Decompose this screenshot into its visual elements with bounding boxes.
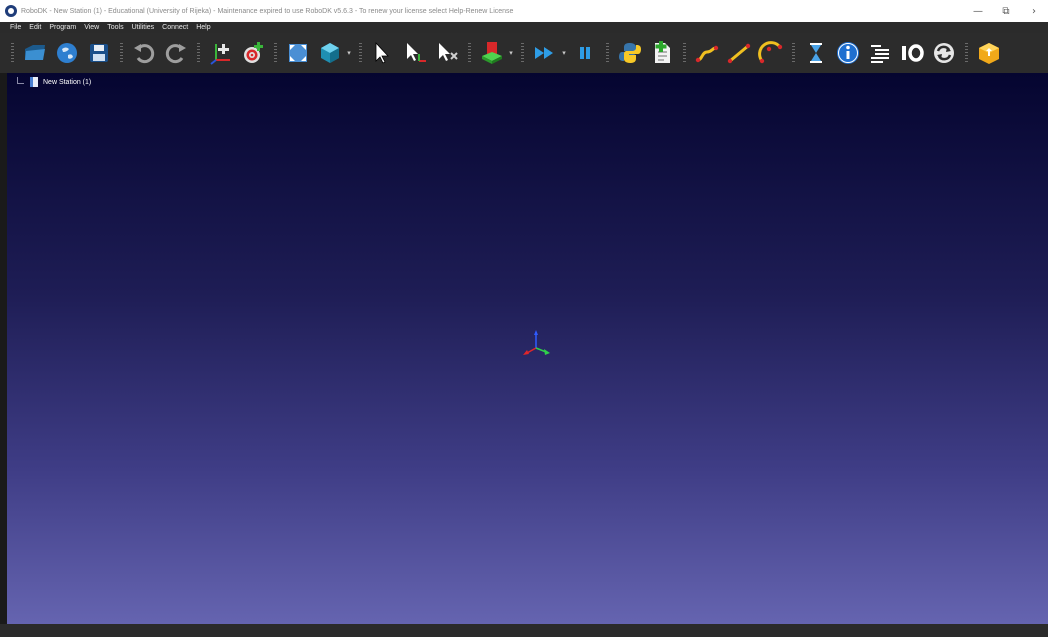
window-controls: — ⧉ › xyxy=(964,0,1048,22)
iso-view-icon[interactable] xyxy=(316,39,344,67)
title-bar: RoboDK - New Station (1) - Educational (… xyxy=(0,0,1048,22)
status-bar xyxy=(0,624,1048,637)
left-border xyxy=(0,73,7,624)
menu-edit[interactable]: Edit xyxy=(29,24,41,31)
station-tree: New Station (1) xyxy=(17,76,91,87)
menu-tools[interactable]: Tools xyxy=(107,24,123,31)
redo-icon[interactable] xyxy=(162,39,190,67)
online-library-icon[interactable] xyxy=(53,39,81,67)
menu-view[interactable]: View xyxy=(84,24,99,31)
simulation-dropdown-arrow[interactable]: ▾ xyxy=(561,39,567,67)
world-axes-icon xyxy=(523,330,550,355)
minimize-button[interactable]: — xyxy=(964,0,992,22)
add-program-icon[interactable] xyxy=(648,39,676,67)
io-icon[interactable] xyxy=(898,39,926,67)
rotate-icon[interactable] xyxy=(930,39,958,67)
python-program-icon[interactable] xyxy=(616,39,644,67)
joint-move-icon[interactable] xyxy=(693,39,721,67)
menu-program[interactable]: Program xyxy=(49,24,76,31)
add-target-icon[interactable] xyxy=(239,39,267,67)
menu-bar: File Edit Program View Tools Utilities C… xyxy=(0,22,1048,33)
station-icon xyxy=(30,77,38,87)
pause-icon[interactable] xyxy=(571,39,599,67)
toolbar-grip[interactable] xyxy=(792,43,795,63)
move-tool-icon[interactable] xyxy=(433,39,461,67)
move-reference-icon[interactable] xyxy=(401,39,429,67)
toolbar-grip[interactable] xyxy=(197,43,200,63)
toolbar-grip[interactable] xyxy=(965,43,968,63)
collision-check-icon[interactable] xyxy=(478,39,506,67)
fast-simulation-icon[interactable] xyxy=(531,39,559,67)
window-title: RoboDK - New Station (1) - Educational (… xyxy=(21,7,514,15)
tree-item-station[interactable]: New Station (1) xyxy=(43,79,91,86)
open-folder-icon[interactable] xyxy=(21,39,49,67)
fit-all-icon[interactable] xyxy=(284,39,312,67)
toolbar-grip[interactable] xyxy=(359,43,362,63)
toolbar-grip[interactable] xyxy=(120,43,123,63)
more-button[interactable]: › xyxy=(1020,0,1048,22)
toolbar-grip[interactable] xyxy=(468,43,471,63)
view-dropdown-arrow[interactable]: ▾ xyxy=(346,39,352,67)
menu-connect[interactable]: Connect xyxy=(162,24,188,31)
pause-instruction-icon[interactable] xyxy=(802,39,830,67)
add-reference-frame-icon[interactable] xyxy=(207,39,235,67)
main-toolbar: ▾ ▾ ▾ xyxy=(0,33,1048,73)
robodk-logo-icon xyxy=(5,5,17,17)
select-icon[interactable] xyxy=(369,39,397,67)
toolbar-grip[interactable] xyxy=(521,43,524,63)
toolbar-grip[interactable] xyxy=(606,43,609,63)
toolbar-grip[interactable] xyxy=(683,43,686,63)
menu-utilities[interactable]: Utilities xyxy=(132,24,155,31)
circular-move-icon[interactable] xyxy=(757,39,785,67)
collision-dropdown-arrow[interactable]: ▾ xyxy=(508,39,514,67)
program-call-icon[interactable] xyxy=(866,39,894,67)
toolbar-grip[interactable] xyxy=(274,43,277,63)
menu-file[interactable]: File xyxy=(10,24,21,31)
export-icon[interactable] xyxy=(975,39,1003,67)
save-icon[interactable] xyxy=(85,39,113,67)
message-icon[interactable] xyxy=(834,39,862,67)
tree-connector xyxy=(17,76,24,84)
undo-icon[interactable] xyxy=(130,39,158,67)
restore-button[interactable]: ⧉ xyxy=(992,0,1020,22)
menu-help[interactable]: Help xyxy=(196,24,210,31)
toolbar-grip[interactable] xyxy=(11,43,14,63)
linear-move-icon[interactable] xyxy=(725,39,753,67)
3d-viewport[interactable]: New Station (1) xyxy=(7,73,1048,624)
